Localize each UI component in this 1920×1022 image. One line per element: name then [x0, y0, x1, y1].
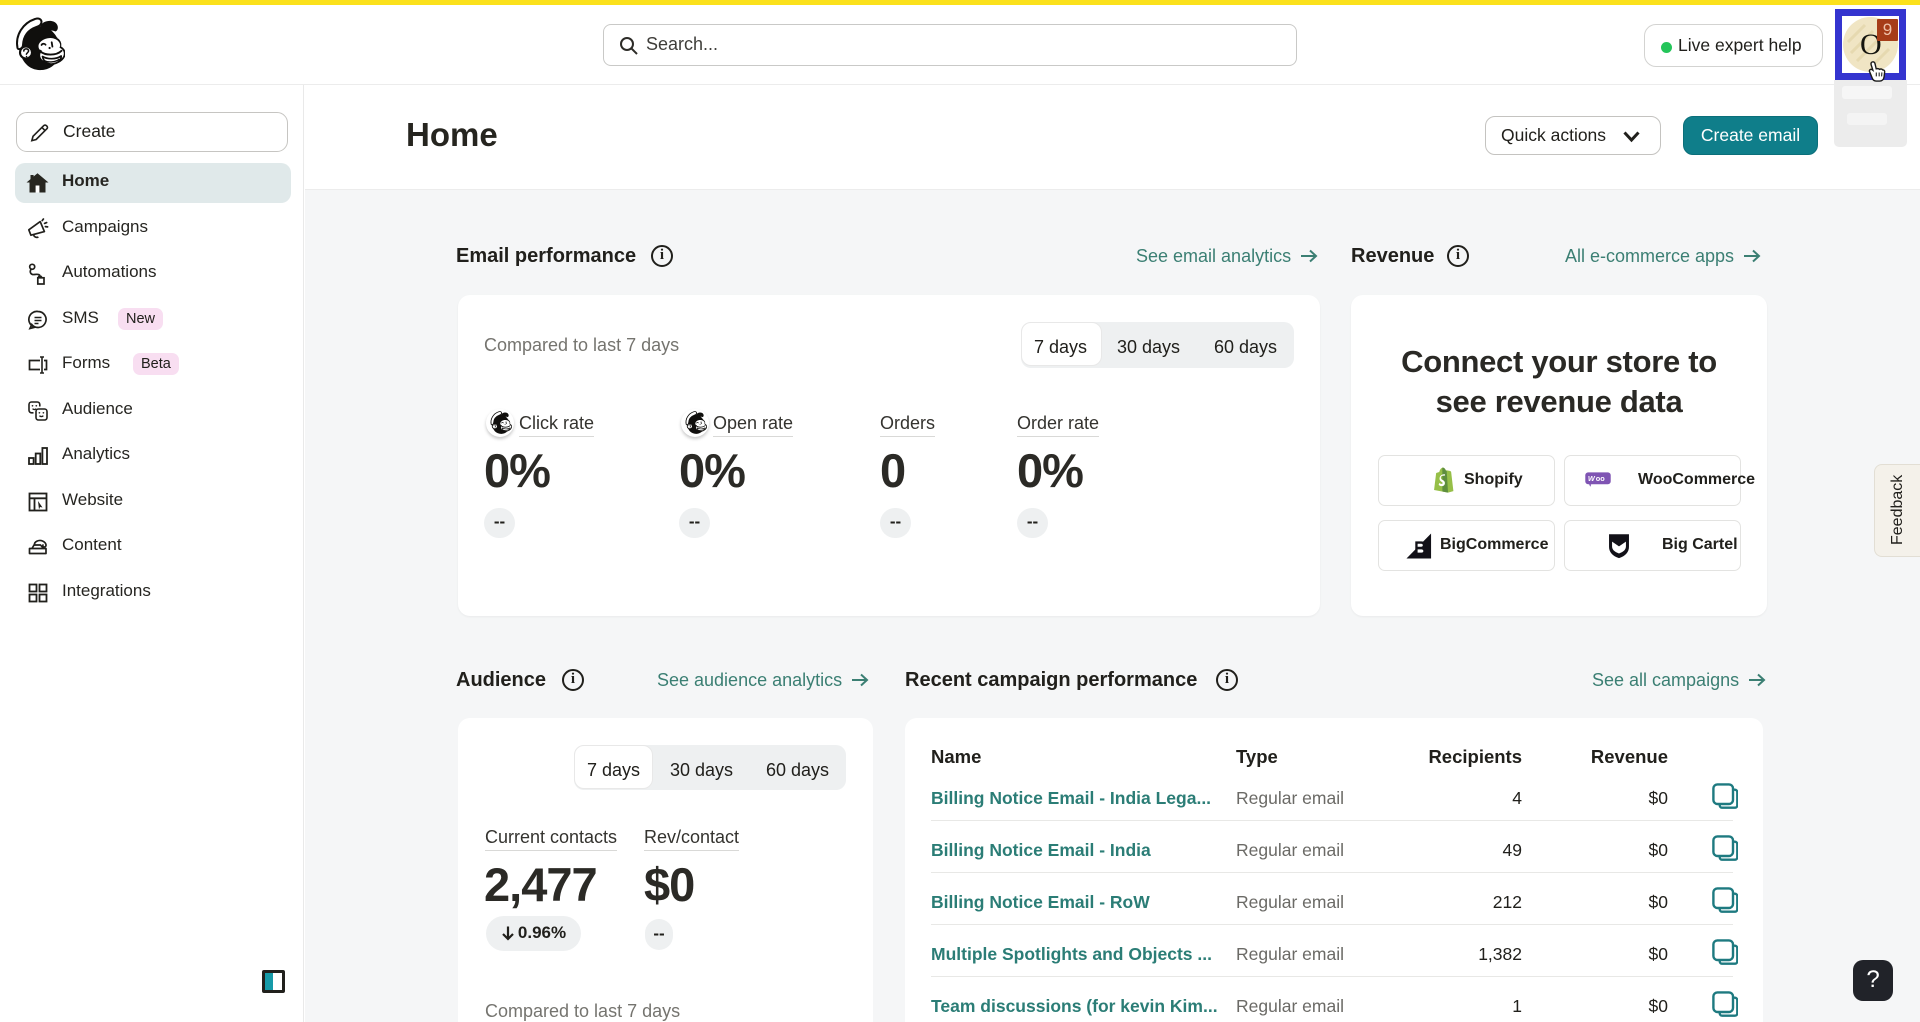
svg-text:oo: oo — [1596, 474, 1605, 483]
svg-text:W: W — [1588, 474, 1596, 483]
